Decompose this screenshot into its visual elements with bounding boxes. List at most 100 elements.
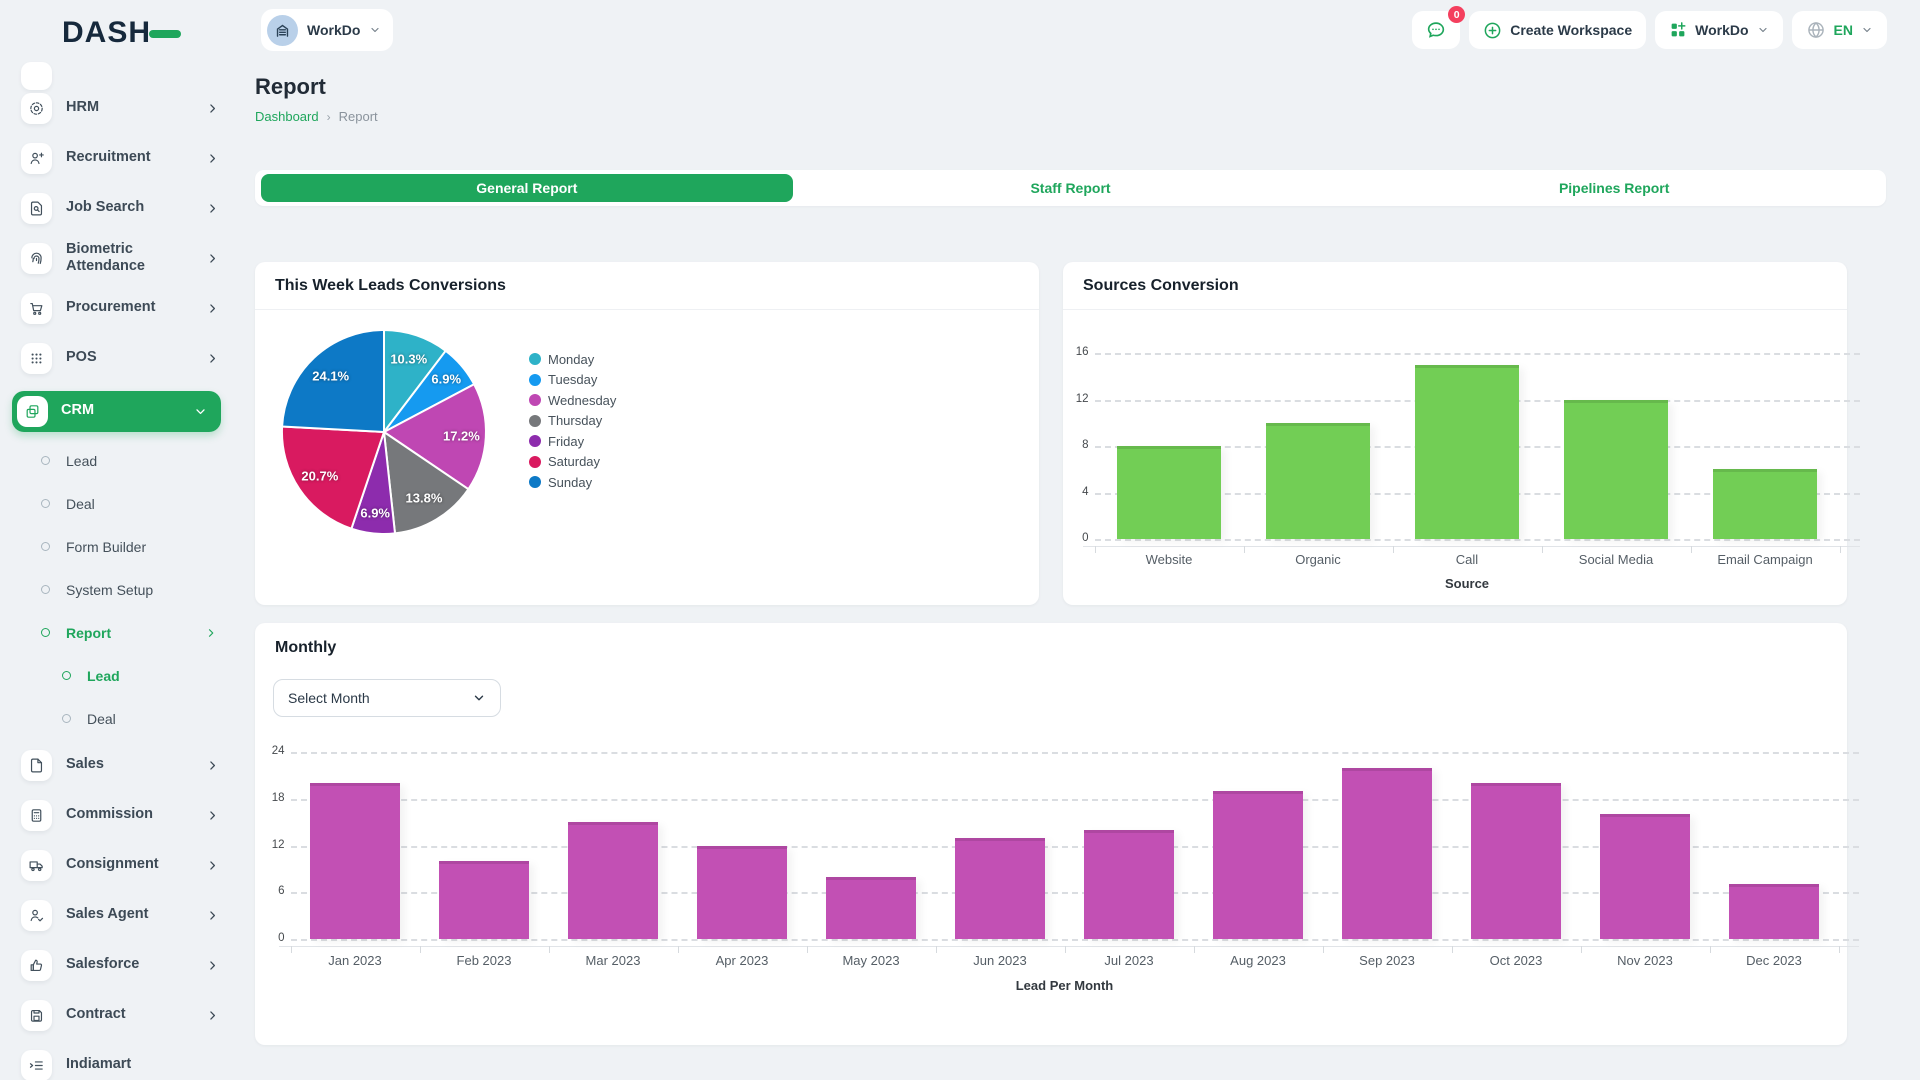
bar-organic[interactable]: [1266, 423, 1370, 539]
sidebar-subitem-report-l1[interactable]: Report: [0, 611, 233, 654]
pie-slice-value-tuesday: 6.9%: [431, 372, 461, 387]
bar-mar-2023[interactable]: [568, 822, 658, 939]
leads-card-body: 10.3%6.9%17.2%13.8%6.9%20.7%24.1% Monday…: [255, 310, 1039, 605]
workspace-switcher-button[interactable]: WorkDo: [261, 9, 393, 51]
sidebar-subitem-deal-l1[interactable]: Deal: [0, 482, 233, 525]
bar-apr-2023[interactable]: [697, 846, 787, 940]
sidebar-item-consignment[interactable]: Consignment: [0, 840, 233, 890]
bar-may-2023[interactable]: [826, 877, 916, 939]
breadcrumb-dashboard-link[interactable]: Dashboard: [255, 109, 319, 124]
sidebar-item-label: Biometric Attendance: [66, 241, 184, 276]
ytick-18: 18: [255, 792, 285, 804]
legend-dot-icon: [529, 476, 541, 488]
sidebar-item-indiamart[interactable]: Indiamart: [0, 1040, 233, 1080]
tab-pipelines-report[interactable]: Pipelines Report: [1559, 180, 1669, 196]
sidebar-item-recruitment[interactable]: Recruitment: [0, 133, 233, 183]
xtick-website: Website: [1146, 552, 1193, 567]
ytick-0: 0: [255, 932, 285, 944]
sidebar-item-label: HRM: [66, 99, 184, 116]
axis-tick: [1691, 546, 1692, 553]
tab-staff-report[interactable]: Staff Report: [1030, 180, 1110, 196]
pie-slice-value-monday: 10.3%: [390, 351, 427, 366]
x-axis-line: [279, 946, 1859, 947]
bar-nov-2023[interactable]: [1600, 814, 1690, 939]
salesforce-icon: [21, 950, 52, 981]
bar-social-media[interactable]: [1564, 400, 1668, 540]
axis-tick: [1839, 946, 1840, 953]
sidebar-item-hrm[interactable]: HRM: [0, 83, 233, 133]
bullet-icon: [41, 628, 50, 637]
ytick-0: 0: [1063, 532, 1089, 544]
axis-tick: [1095, 546, 1096, 553]
bar-aug-2023[interactable]: [1213, 791, 1303, 939]
sidebar-subitem-lead-l2[interactable]: Lead: [0, 654, 233, 697]
create-workspace-button[interactable]: Create Workspace: [1469, 11, 1646, 49]
sidebar-item-commission[interactable]: Commission: [0, 790, 233, 840]
leads-pie-legend: MondayTuesdayWednesdayThursdayFridaySatu…: [529, 349, 616, 493]
axis-tick: [420, 946, 421, 953]
sidebar-item-label: Consignment: [66, 856, 184, 873]
monthly-card: Monthly Select Month 06121824Jan 2023Feb…: [255, 623, 1847, 1045]
pie-slice-value-thursday: 13.8%: [406, 491, 443, 506]
sidebar-subitem-form-builder-l1[interactable]: Form Builder: [0, 525, 233, 568]
tab-general-report[interactable]: General Report: [261, 174, 793, 202]
language-button[interactable]: EN: [1792, 11, 1887, 49]
chevron-right-icon: [206, 759, 219, 772]
chevron-right-icon: [206, 1009, 219, 1022]
bar-jul-2023[interactable]: [1084, 830, 1174, 939]
legend-item-friday: Friday: [529, 431, 616, 452]
xtick-social-media: Social Media: [1579, 552, 1653, 567]
sidebar-item-label: Sales Agent: [66, 906, 184, 923]
xtick-email-campaign: Email Campaign: [1717, 552, 1812, 567]
bar-call[interactable]: [1415, 365, 1519, 539]
sidebar-item-procurement[interactable]: Procurement: [0, 283, 233, 333]
apps-menu-button[interactable]: WorkDo: [1655, 11, 1782, 49]
x-axis-line: [1083, 546, 1860, 547]
xtick-aug-2023: Aug 2023: [1230, 953, 1286, 968]
xtick-organic: Organic: [1295, 552, 1341, 567]
sidebar-subitem-lead-l1[interactable]: Lead: [0, 439, 233, 482]
sidebar-item-pos[interactable]: POS: [0, 333, 233, 383]
tab-cell-staff: Staff Report: [799, 170, 1343, 206]
chevron-right-icon: [206, 102, 219, 115]
sidebar-item-crm[interactable]: CRM: [0, 383, 233, 439]
bar-feb-2023[interactable]: [439, 861, 529, 939]
legend-item-thursday: Thursday: [529, 411, 616, 432]
sidebar-subitem-deal-l2[interactable]: Deal: [0, 697, 233, 740]
tab-cell-pipelines: Pipelines Report: [1342, 170, 1886, 206]
bar-jun-2023[interactable]: [955, 838, 1045, 939]
bar-sep-2023[interactable]: [1342, 768, 1432, 939]
recruitment-icon: [21, 143, 52, 174]
xtick-jan-2023: Jan 2023: [328, 953, 382, 968]
xtick-sep-2023: Sep 2023: [1359, 953, 1415, 968]
bar-email-campaign[interactable]: [1713, 469, 1817, 539]
bar-jan-2023[interactable]: [310, 783, 400, 939]
bar-dec-2023[interactable]: [1729, 884, 1819, 939]
bar-website[interactable]: [1117, 446, 1221, 539]
chevron-down-icon: [1861, 24, 1873, 36]
sidebar-item-label: Sales: [66, 756, 184, 773]
x-axis-title: Source: [1445, 576, 1489, 591]
messages-button[interactable]: 0: [1412, 11, 1460, 49]
bar-oct-2023[interactable]: [1471, 783, 1561, 939]
sidebar-item-biometric-attendance[interactable]: Biometric Attendance: [0, 233, 233, 283]
sidebar-item-job-search[interactable]: Job Search: [0, 183, 233, 233]
breadcrumb-separator-icon: ›: [327, 110, 331, 124]
bullet-icon: [62, 671, 71, 680]
sidebar-item-label: Contract: [66, 1006, 184, 1023]
consignment-icon: [21, 850, 52, 881]
sidebar: DASH HRM RecruitmentJob Search Biometric A…: [0, 0, 233, 1080]
sidebar-subitem-system-setup-l1[interactable]: System Setup: [0, 568, 233, 611]
sidebar-item-sales[interactable]: Sales: [0, 740, 233, 790]
sidebar-item-contract[interactable]: Contract: [0, 990, 233, 1040]
brand-logo[interactable]: DASH: [62, 16, 151, 50]
gridline-0: [1095, 539, 1860, 541]
sidebar-subitem-label: Deal: [87, 711, 116, 727]
pie-slice-value-saturday: 20.7%: [301, 468, 338, 483]
sidebar-item-salesforce[interactable]: Salesforce: [0, 940, 233, 990]
sidebar-item-sales-agent[interactable]: Sales Agent: [0, 890, 233, 940]
language-code: EN: [1834, 22, 1853, 38]
legend-dot-icon: [529, 353, 541, 365]
chevron-right-icon: [206, 809, 219, 822]
leads-card-title: This Week Leads Conversions: [275, 277, 506, 295]
